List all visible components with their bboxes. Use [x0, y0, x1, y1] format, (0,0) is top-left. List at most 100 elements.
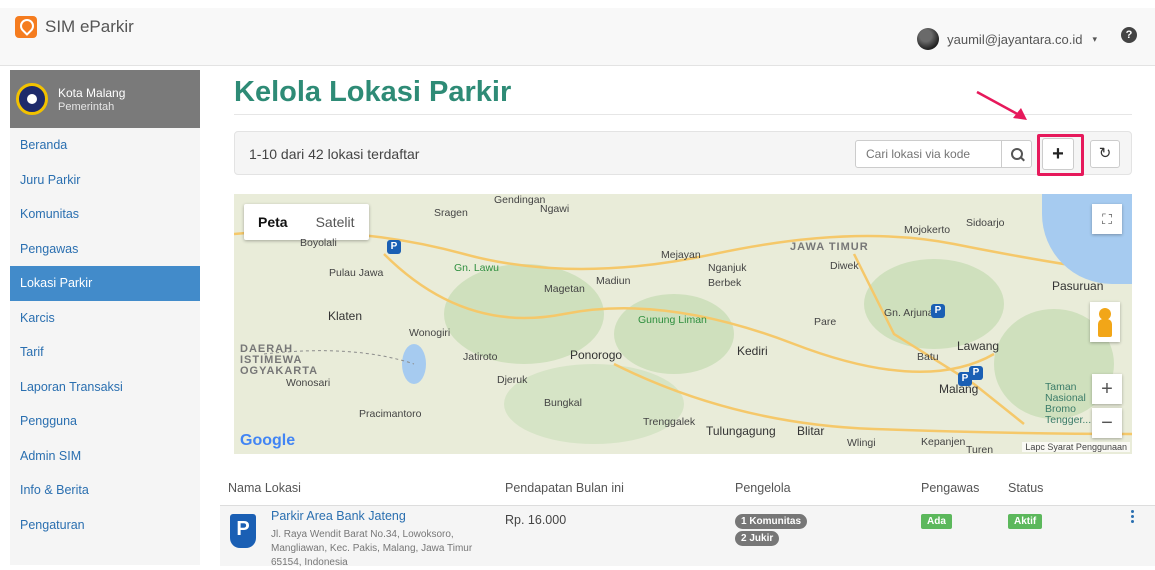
org-emblem-icon [16, 83, 48, 115]
row-actions-icon[interactable] [1131, 510, 1135, 524]
col-nama-lokasi: Nama Lokasi [228, 481, 301, 495]
map-label: Kediri [737, 344, 768, 358]
parking-pin-icon[interactable]: P [969, 366, 983, 380]
col-pendapatan: Pendapatan Bulan ini [505, 481, 624, 495]
google-logo: Google [240, 432, 296, 449]
search-input[interactable] [855, 140, 1002, 168]
map-label: Mojokerto [904, 224, 951, 236]
sidebar-item-lokasi-parkir[interactable]: Lokasi Parkir [10, 266, 200, 301]
map-label: Gendingan [494, 194, 546, 206]
locations-table: Nama Lokasi Pendapatan Bulan ini Pengelo… [220, 474, 1155, 568]
map-label: Wonogiri [409, 327, 451, 339]
sidebar-item-komunitas[interactable]: Komunitas [10, 197, 200, 232]
location-count: 1-10 dari 42 lokasi terdaftar [249, 146, 420, 162]
map-label: Pare [814, 316, 837, 328]
map-label: Boyolali [300, 237, 337, 249]
search-icon[interactable] [1002, 140, 1032, 168]
sidebar-item-info-berita[interactable]: Info & Berita [10, 473, 200, 508]
chevron-down-icon: ▾ [1092, 33, 1097, 44]
sidebar-nav: Beranda Juru Parkir Komunitas Pengawas Lokas… [10, 128, 200, 542]
map-label: Gunung Liman [638, 314, 707, 326]
org-type: Pemerintah [58, 100, 115, 113]
jukir-badge: 2 Jukir [735, 531, 780, 546]
sidebar-item-laporan-transaksi[interactable]: Laporan Transaksi [10, 370, 200, 405]
user-email: yaumil@jayantara.co.id [947, 31, 1083, 47]
top-navbar: SIM eParkir yaumil@jayantara.co.id ▾ ? [0, 0, 1155, 66]
map-label: Bungkal [544, 397, 582, 409]
tab-peta[interactable]: Peta [244, 204, 302, 240]
table-row[interactable]: P Parkir Area Bank Jateng Jl. Raya Wendi… [220, 506, 1155, 568]
tab-satelit[interactable]: Satelit [302, 204, 369, 240]
parking-pin-icon[interactable]: P [931, 304, 945, 318]
user-menu[interactable]: yaumil@jayantara.co.id ▾ [917, 28, 1097, 50]
location-pin-logo-icon [15, 16, 37, 38]
map-label: JAWA TIMUR [790, 241, 869, 253]
col-status: Status [1008, 481, 1044, 495]
pengawas-badge: Ada [921, 514, 952, 529]
map-label: Diwek [830, 260, 859, 272]
map-label: Pracimantoro [359, 408, 422, 420]
app-name: SIM eParkir [45, 17, 134, 36]
map-label: Nganjuk [708, 262, 747, 274]
parking-pin-icon[interactable]: P [387, 240, 401, 254]
map-label: Pulau Jawa [329, 267, 384, 279]
sidebar-item-tarif[interactable]: Tarif [10, 335, 200, 370]
map-label: Tulungagung [706, 424, 776, 438]
map-label: Magetan [544, 283, 585, 295]
sidebar: Kota Malang Pemerintah Beranda Juru Parki… [10, 70, 200, 565]
zoom-in-icon[interactable]: + [1092, 374, 1122, 404]
toolbar: 1-10 dari 42 lokasi terdaftar + ↻ [234, 131, 1132, 176]
location-name-link[interactable]: Parkir Area Bank Jateng [271, 509, 406, 523]
monthly-income: Rp. 16.000 [505, 513, 567, 527]
brand[interactable]: SIM eParkir [15, 16, 134, 38]
map-label: Kepanjen [921, 436, 966, 448]
map-type-tabs: Peta Satelit [244, 204, 369, 240]
map-attribution[interactable]: Lapc Syarat Penggunaan [1022, 442, 1130, 452]
sidebar-item-pengaturan[interactable]: Pengaturan [10, 508, 200, 543]
user-avatar [917, 28, 940, 50]
sidebar-item-pengawas[interactable]: Pengawas [10, 232, 200, 267]
map-label: DAERAH ISTIMEWA OGYAKARTA [240, 343, 319, 377]
map-label: Sragen [434, 207, 468, 219]
map-label: Klaten [328, 309, 363, 323]
map-label: Jatiroto [463, 351, 498, 363]
map-label: Trenggalek [643, 416, 696, 428]
map-label: Ponorogo [570, 348, 623, 362]
highlight-box [1037, 134, 1084, 176]
map-label: Sidoarjo [966, 217, 1005, 229]
street-view-pegman-icon[interactable] [1090, 302, 1120, 342]
map-label: Pasuruan [1052, 279, 1104, 293]
map[interactable]: Peta Satelit Sragen Boyolali Gn. Lawu Mejay… [234, 194, 1132, 454]
map-label: Lawang [957, 339, 1000, 353]
location-address: Jl. Raya Wendit Barat No.34, Lowoksoro, … [271, 529, 473, 568]
table-header: Nama Lokasi Pendapatan Bulan ini Pengelo… [220, 474, 1155, 506]
map-label: Wlingi [847, 437, 876, 449]
help-icon[interactable]: ? [1121, 27, 1137, 43]
annotation-arrow-icon [976, 90, 1027, 120]
zoom-out-icon[interactable]: − [1092, 408, 1122, 438]
sidebar-item-pengguna[interactable]: Pengguna [10, 404, 200, 439]
map-label: Madiun [596, 275, 631, 287]
map-label: Turen [966, 444, 994, 454]
map-label: Wonosari [286, 377, 331, 389]
fullscreen-icon[interactable]: ⛶ [1092, 204, 1122, 234]
map-label: Djeruk [497, 374, 528, 386]
col-pengawas: Pengawas [921, 481, 980, 495]
status-badge: Aktif [1008, 514, 1043, 529]
parking-icon: P [230, 514, 256, 548]
col-pengelola: Pengelola [735, 481, 791, 495]
page-title: Kelola Lokasi Parkir [234, 76, 512, 108]
sidebar-item-juru-parkir[interactable]: Juru Parkir [10, 163, 200, 198]
org-header: Kota Malang Pemerintah [10, 70, 200, 128]
map-label: Gn. Arjuna [884, 307, 934, 319]
sidebar-item-admin-sim[interactable]: Admin SIM [10, 439, 200, 474]
map-label: Berbek [708, 277, 742, 289]
sidebar-item-karcis[interactable]: Karcis [10, 301, 200, 336]
map-label: Mejayan [661, 249, 701, 261]
map-label: Blitar [797, 424, 825, 438]
sidebar-item-beranda[interactable]: Beranda [10, 128, 200, 163]
refresh-button[interactable]: ↻ [1090, 140, 1120, 168]
map-label: Gn. Lawu [454, 262, 499, 274]
map-label: Ngawi [540, 203, 570, 215]
komunitas-badge: 1 Komunitas [735, 514, 808, 529]
